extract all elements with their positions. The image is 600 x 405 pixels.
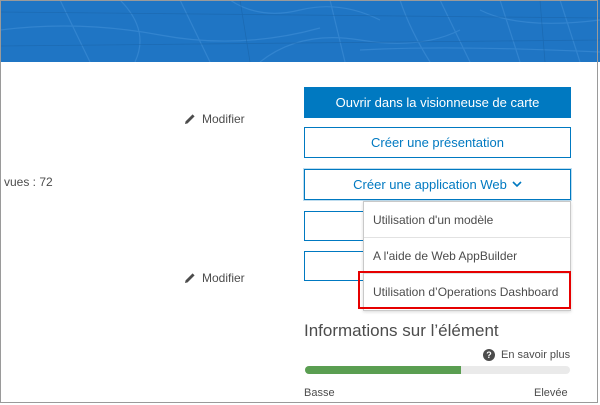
modify-link-2[interactable]: Modifier bbox=[184, 271, 245, 285]
modify-label: Modifier bbox=[202, 112, 245, 126]
progress-low-label: Basse bbox=[304, 387, 335, 399]
hidden-action-button-1[interactable] bbox=[304, 211, 364, 241]
web-app-dropdown-menu: Utilisation d'un modèle A l'aide de Web … bbox=[363, 201, 571, 311]
chevron-down-icon bbox=[512, 181, 522, 188]
dropdown-item-template[interactable]: Utilisation d'un modèle bbox=[364, 202, 570, 238]
banner-map-pattern bbox=[0, 0, 600, 62]
modify-label: Modifier bbox=[202, 271, 245, 285]
pencil-icon bbox=[185, 273, 195, 283]
item-info-progress-bar bbox=[305, 366, 570, 374]
header-banner bbox=[0, 0, 600, 62]
create-web-app-label: Créer une application Web bbox=[353, 177, 507, 192]
learn-more-link[interactable]: ? En savoir plus bbox=[483, 349, 570, 361]
modify-link-1[interactable]: Modifier bbox=[184, 112, 245, 126]
open-map-viewer-button[interactable]: Ouvrir dans la visionneuse de carte bbox=[304, 87, 571, 118]
learn-more-label: En savoir plus bbox=[501, 349, 571, 361]
create-web-app-button[interactable]: Créer une application Web bbox=[304, 169, 571, 200]
pencil-icon bbox=[185, 114, 195, 124]
dropdown-item-operations-dashboard[interactable]: Utilisation d’Operations Dashboard bbox=[364, 274, 570, 310]
dropdown-item-web-appbuilder[interactable]: A l'aide de Web AppBuilder bbox=[364, 238, 570, 274]
views-count: vues : 72 bbox=[4, 175, 53, 189]
progress-high-label: Elevée bbox=[534, 387, 568, 399]
item-info-title: Informations sur l’élément bbox=[304, 321, 499, 340]
create-presentation-button[interactable]: Créer une présentation bbox=[304, 127, 571, 158]
hidden-action-button-2[interactable] bbox=[304, 251, 364, 281]
item-info-progress-fill bbox=[305, 366, 462, 374]
question-icon: ? bbox=[483, 349, 495, 361]
